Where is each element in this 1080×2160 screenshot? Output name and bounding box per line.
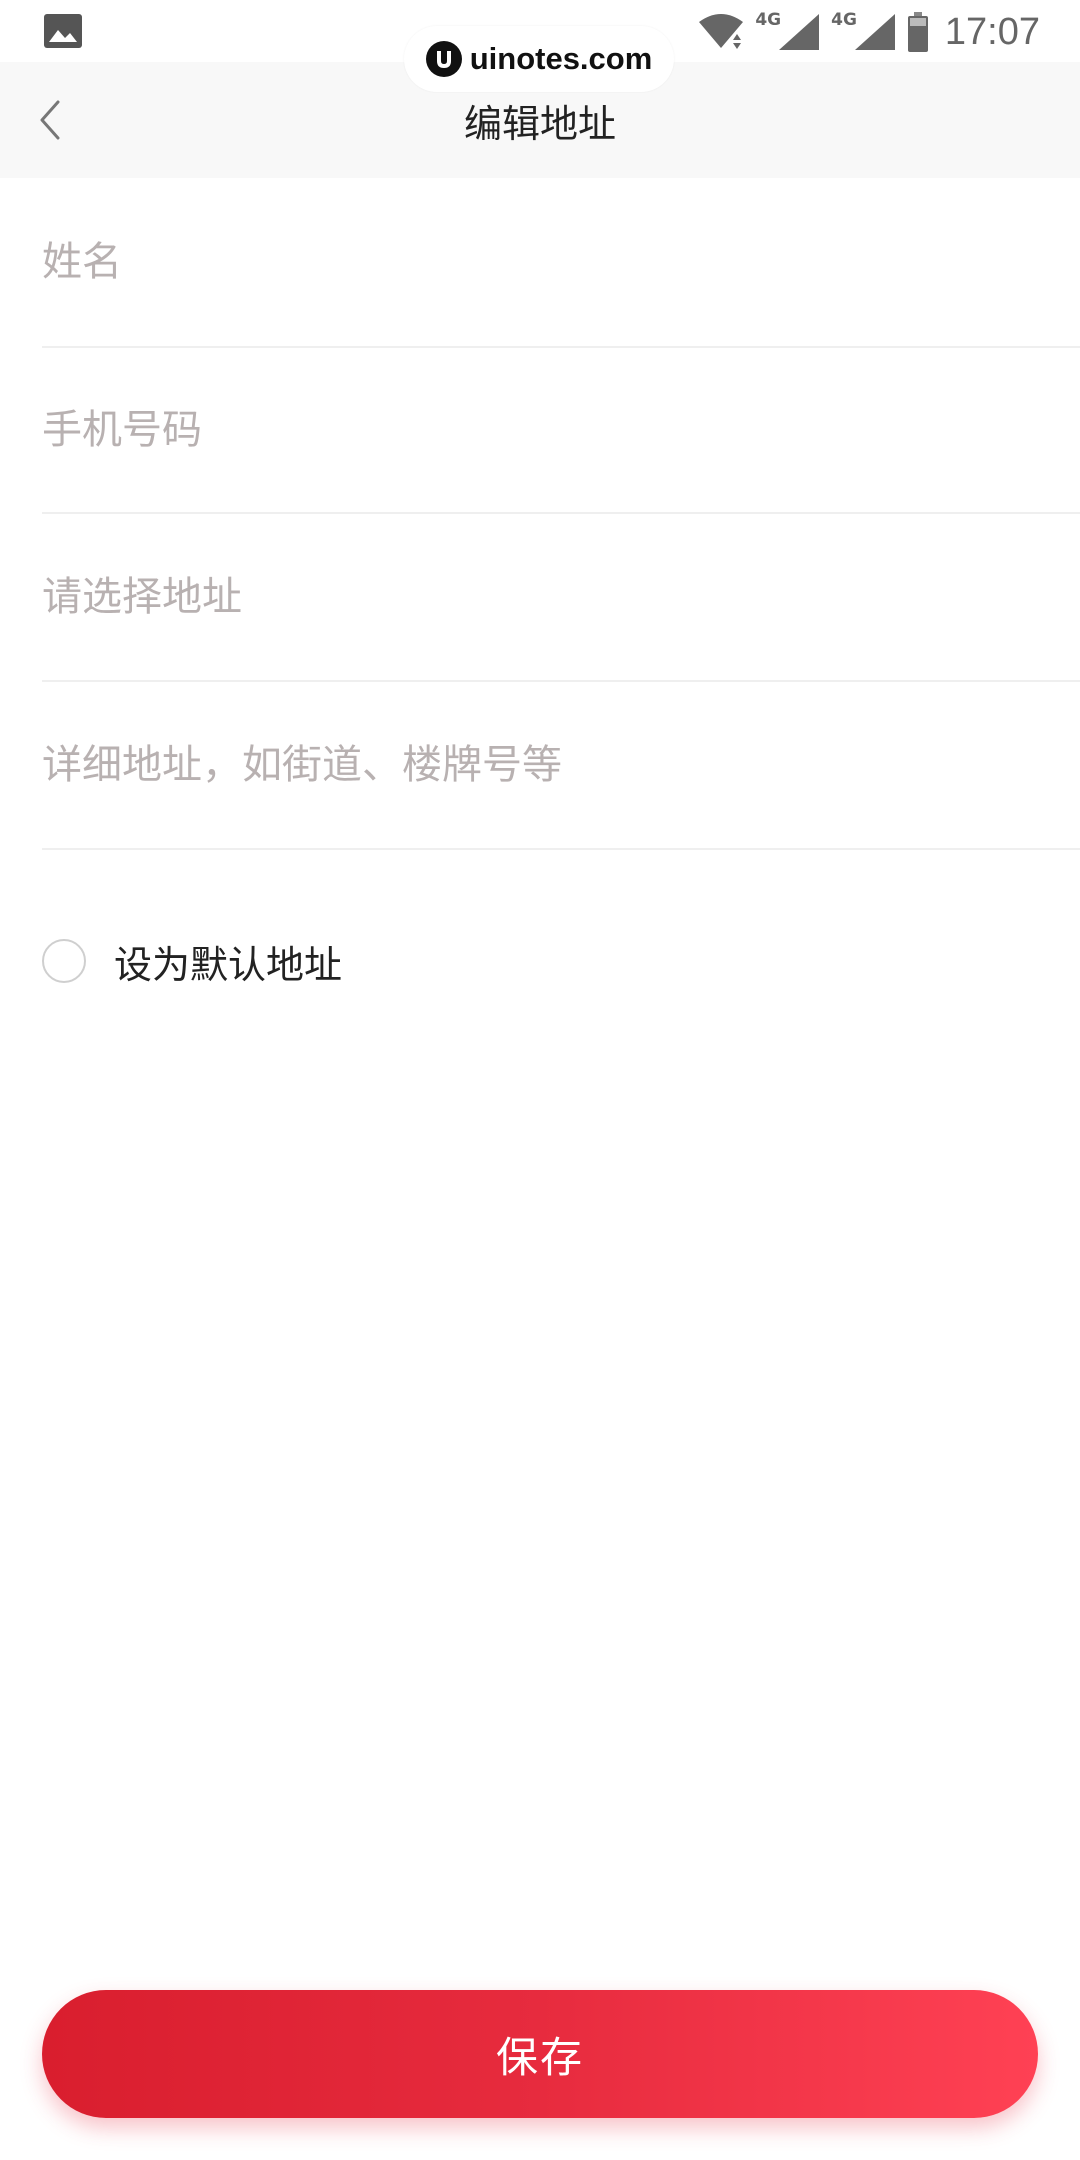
signal-icon <box>779 14 820 50</box>
region-select-input[interactable] <box>42 514 1042 680</box>
phone-field-row <box>42 348 1080 514</box>
detail-field-row <box>42 682 1080 850</box>
save-button[interactable]: 保存 <box>42 1990 1038 2118</box>
region-field-row <box>42 514 1080 682</box>
watermark-badge: uinotes.com <box>404 26 674 92</box>
default-address-label: 设为默认地址 <box>114 942 343 987</box>
status-icons: 4G 4G 17:07 <box>697 8 1040 56</box>
name-field-row <box>42 178 1080 348</box>
default-address-radio[interactable] <box>42 939 86 983</box>
detail-address-input[interactable] <box>42 682 1042 848</box>
default-address-row[interactable]: 设为默认地址 <box>42 934 342 988</box>
network-type-label: 4G <box>831 10 857 30</box>
wifi-icon <box>699 14 744 49</box>
status-time: 17:07 <box>944 10 1040 53</box>
network-type-label: 4G <box>755 10 782 30</box>
battery-icon <box>907 12 928 52</box>
edit-address-screen: 4G 4G 17:07 uinotes.com 编辑地址 姓名 手机号码 请选择… <box>0 0 1080 2160</box>
watermark-text: uinotes.com <box>469 41 653 76</box>
signal-icon <box>854 14 895 50</box>
name-input[interactable] <box>42 178 1042 346</box>
uinotes-logo-icon <box>425 41 462 77</box>
gallery-icon <box>44 14 82 48</box>
phone-input[interactable] <box>42 348 1042 512</box>
